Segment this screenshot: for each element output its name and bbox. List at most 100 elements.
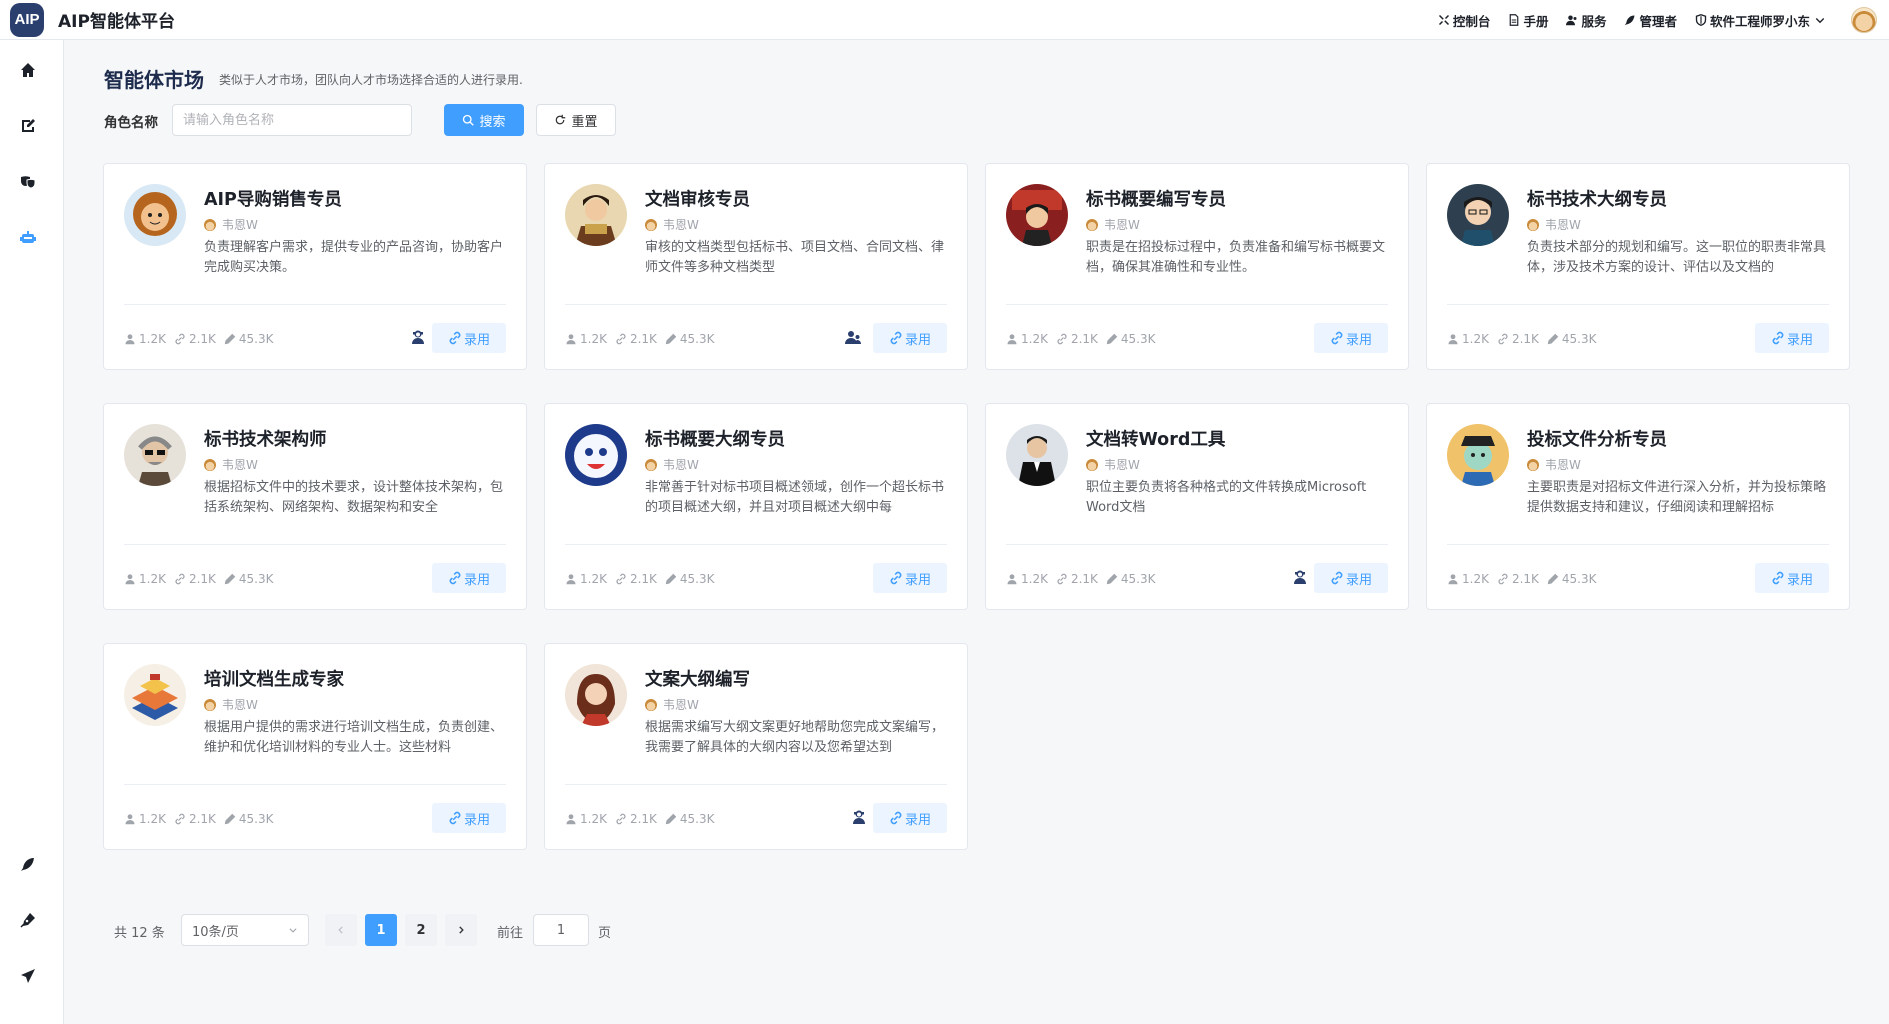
user-icon	[125, 574, 135, 585]
agent-description: 非常善于针对标书项目概述领域，创作一个超长标书的项目概述大纲，并且对项目概述大纲…	[645, 480, 945, 515]
nav-service[interactable]: 服务	[1566, 11, 1606, 30]
search-icon	[463, 114, 475, 126]
page-size-select[interactable]: 10条/页	[181, 914, 309, 946]
agent-author: 韦恩W	[1086, 216, 1140, 233]
role-name-input[interactable]	[172, 104, 412, 136]
agent-card[interactable]: 标书概要编写专员 韦恩W 职责是在招投标过程中，负责准备和编写标书概要文档，确保…	[985, 163, 1409, 370]
agent-type-badge	[843, 327, 863, 347]
link-icon	[890, 571, 902, 585]
users-icon	[1566, 15, 1577, 26]
stat-links-value: 2.1K	[629, 812, 657, 826]
masks-icon	[21, 176, 36, 189]
stat-links-value: 2.1K	[629, 572, 657, 586]
sidebar-item-agents[interactable]	[18, 228, 38, 248]
agent-card[interactable]: 标书技术架构师 韦恩W 根据招标文件中的技术要求，设计整体技术架构，包括系统架构…	[103, 403, 527, 610]
stat-users: 1.2K	[124, 812, 166, 826]
nav-console[interactable]: 控制台	[1438, 11, 1490, 30]
sidebar-item-masks[interactable]	[18, 172, 38, 192]
agent-name[interactable]: 标书概要大纲专员	[645, 426, 785, 451]
sidebar-item-feather[interactable]	[18, 854, 38, 874]
agent-name[interactable]: 标书技术大纲专员	[1527, 186, 1667, 211]
stat-links: 2.1K	[1056, 572, 1098, 586]
user-avatar[interactable]	[1851, 7, 1877, 33]
pen-icon	[1547, 573, 1559, 585]
author-avatar	[204, 458, 216, 471]
sidebar-item-pen[interactable]	[18, 910, 38, 930]
agent-card[interactable]: 文档转Word工具 韦恩W 职位主要负责将各种格式的文件转换成Microsoft…	[985, 403, 1409, 610]
page-button-2[interactable]: 2	[405, 914, 437, 946]
agent-avatar	[124, 184, 186, 246]
hire-button[interactable]: 录用	[1755, 323, 1829, 353]
agent-stats: 1.2K 2.1K 45.3K	[124, 812, 282, 826]
hire-button[interactable]: 录用	[873, 803, 947, 833]
hire-button[interactable]: 录用	[432, 563, 506, 593]
agent-description: 根据需求编写大纲文案更好地帮助您完成文案编写，我需要了解具体的大纲内容以及您希望…	[645, 720, 945, 755]
hire-button[interactable]: 录用	[1314, 563, 1388, 593]
link-icon	[1772, 571, 1784, 585]
nav-admin[interactable]: 管理者	[1624, 11, 1677, 30]
agent-card[interactable]: 投标文件分析专员 韦恩W 主要职责是对招标文件进行深入分析，并为投标策略提供数据…	[1426, 403, 1850, 610]
stat-links-value: 2.1K	[188, 572, 216, 586]
stat-uses-value: 45.3K	[1561, 572, 1597, 586]
prev-page-button[interactable]	[325, 914, 357, 946]
agent-card[interactable]: AIP导购销售专员 韦恩W 负责理解客户需求，提供专业的产品咨询，协助客户完成购…	[103, 163, 527, 370]
agent-name[interactable]: 文案大纲编写	[645, 666, 750, 691]
user-name: 软件工程师罗小东	[1709, 13, 1810, 29]
agent-name[interactable]: 文档转Word工具	[1086, 426, 1225, 451]
agent-author: 韦恩W	[645, 456, 699, 473]
page-title: 智能体市场	[104, 68, 204, 92]
agent-stats: 1.2K 2.1K 45.3K	[1447, 332, 1605, 346]
agent-card[interactable]: 文案大纲编写 韦恩W 根据需求编写大纲文案更好地帮助您完成文案编写，我需要了解具…	[544, 643, 968, 850]
stat-uses-value: 45.3K	[1561, 332, 1597, 346]
feather-icon	[21, 858, 34, 871]
app-logo[interactable]: AIP	[10, 2, 44, 37]
next-page-button[interactable]	[445, 914, 477, 946]
agent-card[interactable]: 标书技术大纲专员 韦恩W 负责技术部分的规划和编写。这一职位的职责非常具体，涉及…	[1426, 163, 1850, 370]
agent-stats: 1.2K 2.1K 45.3K	[565, 332, 723, 346]
agent-name[interactable]: 标书概要编写专员	[1086, 186, 1226, 211]
hire-button[interactable]: 录用	[432, 803, 506, 833]
user-icon	[566, 814, 576, 825]
home-icon	[21, 63, 35, 77]
agent-type-badge	[849, 807, 869, 827]
agent-avatar	[565, 424, 627, 486]
hire-button[interactable]: 录用	[1314, 323, 1388, 353]
user-menu[interactable]: 软件工程师罗小东	[1695, 11, 1829, 30]
agent-name[interactable]: 培训文档生成专家	[204, 666, 344, 691]
sidebar-item-home[interactable]	[18, 60, 38, 80]
hire-button[interactable]: 录用	[1755, 563, 1829, 593]
sidebar-item-send[interactable]	[18, 966, 38, 986]
hire-button[interactable]: 录用	[873, 323, 947, 353]
reset-button[interactable]: 重置	[536, 104, 616, 136]
agent-description: 负责技术部分的规划和编写。这一职位的职责非常具体，涉及技术方案的设计、评估以及文…	[1527, 240, 1827, 275]
goto-page-input[interactable]	[533, 914, 589, 946]
agent-name[interactable]: AIP导购销售专员	[204, 186, 342, 211]
tools-icon	[1438, 14, 1449, 26]
stat-links-value: 2.1K	[188, 812, 216, 826]
search-button[interactable]: 搜索	[444, 104, 524, 136]
stat-uses: 45.3K	[665, 812, 715, 826]
user-icon	[125, 334, 135, 345]
agent-card[interactable]: 培训文档生成专家 韦恩W 根据用户提供的需求进行培训文档生成，负责创建、维护和优…	[103, 643, 527, 850]
link-icon	[175, 333, 185, 345]
card-divider	[1006, 544, 1388, 545]
hire-button-label: 录用	[1345, 332, 1372, 348]
hire-button-label: 录用	[463, 572, 490, 588]
hire-button[interactable]: 录用	[432, 323, 506, 353]
hire-button[interactable]: 录用	[873, 563, 947, 593]
nav-manual[interactable]: 手册	[1508, 11, 1548, 30]
page-button-1[interactable]: 1	[365, 914, 397, 946]
stat-uses-value: 45.3K	[1120, 332, 1156, 346]
agent-name[interactable]: 投标文件分析专员	[1527, 426, 1667, 451]
agent-card[interactable]: 文档审核专员 韦恩W 审核的文档类型包括标书、项目文档、合同文档、律师文件等多种…	[544, 163, 968, 370]
agent-type-badge	[1290, 567, 1310, 587]
stat-links: 2.1K	[174, 332, 216, 346]
author-name: 韦恩W	[1545, 458, 1581, 472]
agent-stats: 1.2K 2.1K 45.3K	[1006, 332, 1164, 346]
agent-name[interactable]: 文档审核专员	[645, 186, 750, 211]
author-avatar	[204, 698, 216, 711]
user-icon	[1448, 574, 1458, 585]
agent-card[interactable]: 标书概要大纲专员 韦恩W 非常善于针对标书项目概述领域，创作一个超长标书的项目概…	[544, 403, 968, 610]
agent-name[interactable]: 标书技术架构师	[204, 426, 327, 451]
sidebar-item-edit[interactable]	[18, 116, 38, 136]
